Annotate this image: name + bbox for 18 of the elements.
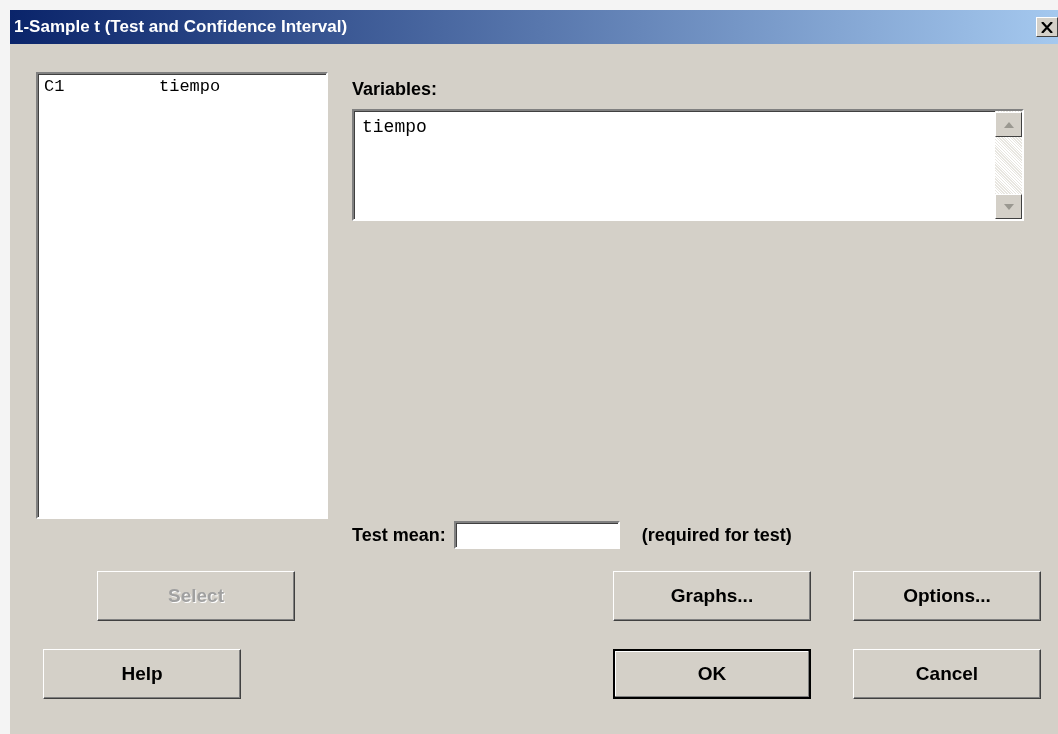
variables-label: Variables: [352, 79, 439, 100]
scroll-down-icon[interactable] [995, 194, 1022, 219]
dialog-button[interactable]: Cancel [853, 649, 1041, 699]
dialog-button[interactable]: OK [613, 649, 811, 699]
test-mean-label: Test mean: [352, 524, 446, 546]
required-note: (required for test) [641, 524, 792, 546]
close-icon [1041, 21, 1053, 33]
window-title: 1-Sample t (Test and Confidence Interval) [14, 17, 348, 37]
test-mean-field[interactable] [453, 521, 620, 549]
column-list[interactable]: C1 tiempo [36, 72, 328, 519]
dialog-button[interactable]: Help [43, 649, 241, 699]
dialog-button[interactable]: Options... [853, 571, 1041, 621]
scroll-up-icon[interactable] [995, 112, 1022, 137]
variables-field[interactable]: tiempo [352, 109, 1024, 221]
dialog-button[interactable]: Graphs... [613, 571, 811, 621]
close-button[interactable] [1036, 17, 1058, 37]
scroll-bar[interactable] [995, 111, 1022, 219]
column-item[interactable]: C1 tiempo [38, 74, 326, 99]
